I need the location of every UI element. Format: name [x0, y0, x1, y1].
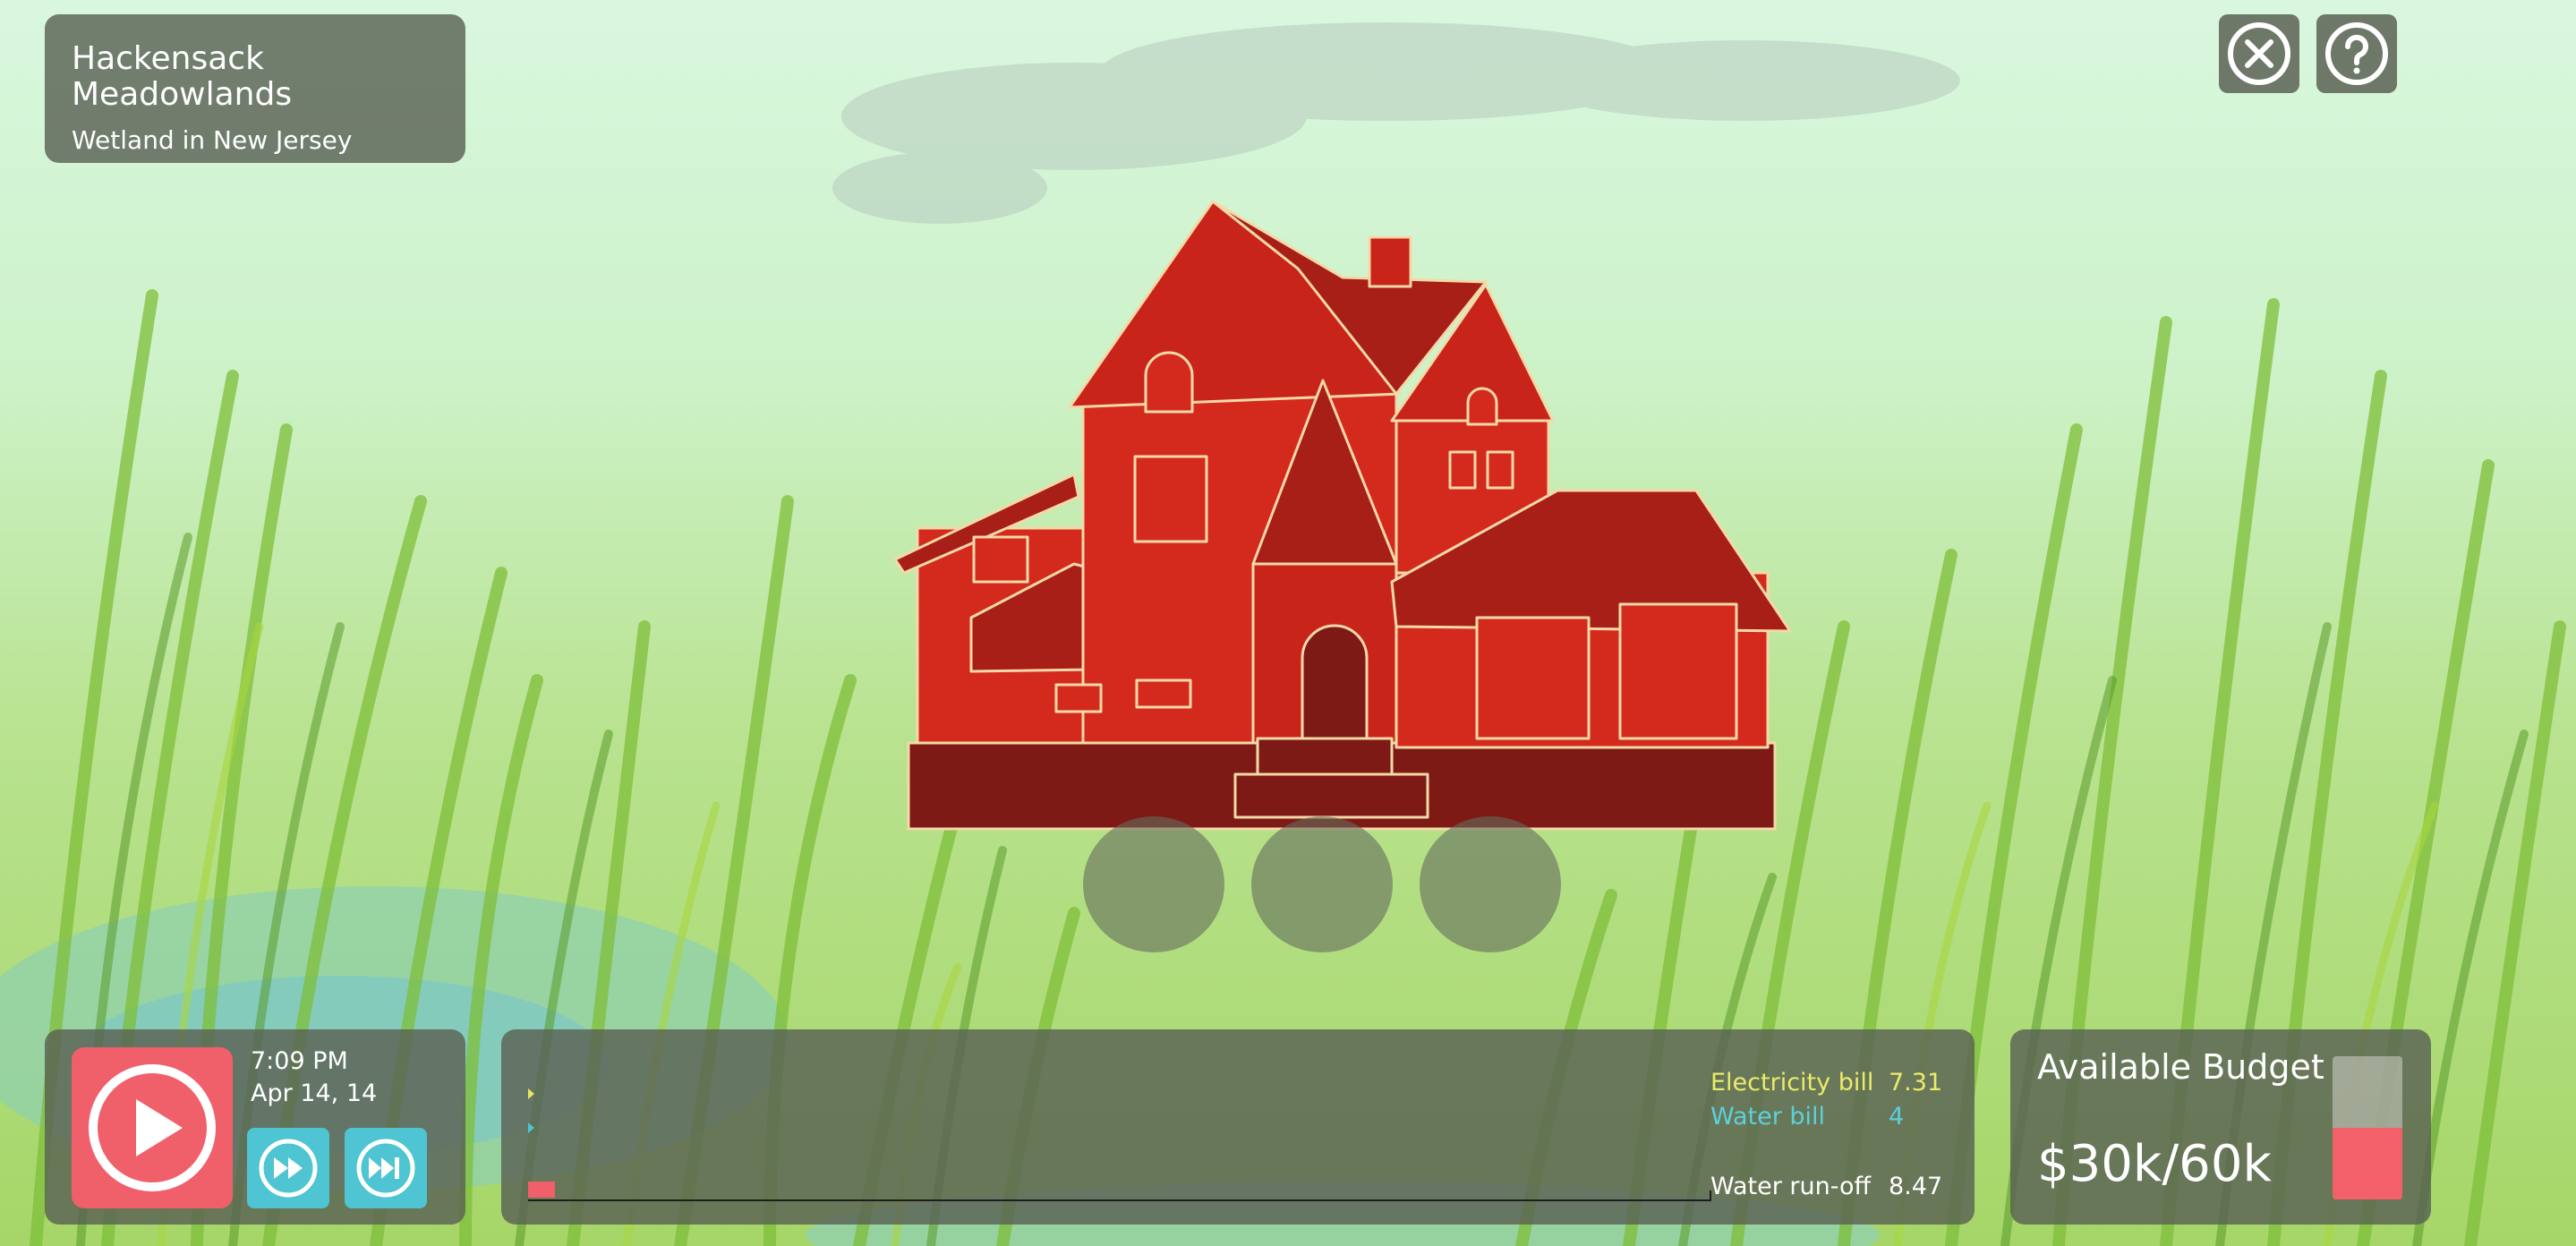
fast-forward-button[interactable]: [247, 1128, 329, 1208]
upgrade-slot[interactable]: [1251, 816, 1393, 952]
time-controls-panel: 7:09 PM Apr 14, 14: [45, 1029, 465, 1225]
water-runoff-value: 8.47: [1889, 1173, 1943, 1200]
close-button[interactable]: [2219, 14, 2299, 93]
clock-time: 7:09 PM: [251, 1047, 348, 1075]
electricity-bill-value: 7.31: [1889, 1069, 1943, 1097]
budget-title: Available Budget: [2037, 1047, 2324, 1087]
budget-meter-fill: [2333, 1128, 2402, 1199]
runoff-graph-bar: [528, 1182, 555, 1198]
water-bill-value: 4: [1889, 1103, 1905, 1131]
location-name: Hackensack Meadowlands: [72, 40, 293, 113]
fast-forward-icon: [259, 1139, 318, 1198]
help-icon: [2325, 22, 2388, 85]
bills-graph-panel: Electricity bill 7.31 Water bill 4 Water…: [501, 1029, 1975, 1225]
upgrade-slot[interactable]: [1420, 816, 1561, 952]
play-icon: [89, 1064, 216, 1191]
help-button[interactable]: [2316, 14, 2397, 93]
house[interactable]: [893, 200, 1792, 831]
water-bill-label: Water bill: [1710, 1103, 1826, 1131]
location-panel: Hackensack Meadowlands Wetland in New Je…: [45, 14, 465, 163]
water-graph-marker: [528, 1122, 534, 1133]
budget-meter: [2333, 1056, 2402, 1199]
graph-axis: [528, 1199, 1711, 1201]
upgrade-slot[interactable]: [1083, 816, 1224, 952]
location-description: Wetland in New Jersey: [72, 125, 353, 155]
budget-value: $30k/60k: [2037, 1135, 2272, 1193]
skip-forward-icon: [356, 1139, 415, 1198]
budget-panel: Available Budget $30k/60k: [2010, 1029, 2431, 1225]
clock-date: Apr 14, 14: [251, 1080, 378, 1107]
play-button[interactable]: [72, 1047, 233, 1208]
close-icon: [2228, 22, 2290, 85]
skip-forward-button[interactable]: [345, 1128, 427, 1208]
electricity-bill-label: Electricity bill: [1710, 1069, 1874, 1097]
smoke-cloud: [832, 22, 1960, 224]
electricity-graph-marker: [528, 1088, 534, 1099]
water-runoff-label: Water run-off: [1710, 1173, 1872, 1200]
